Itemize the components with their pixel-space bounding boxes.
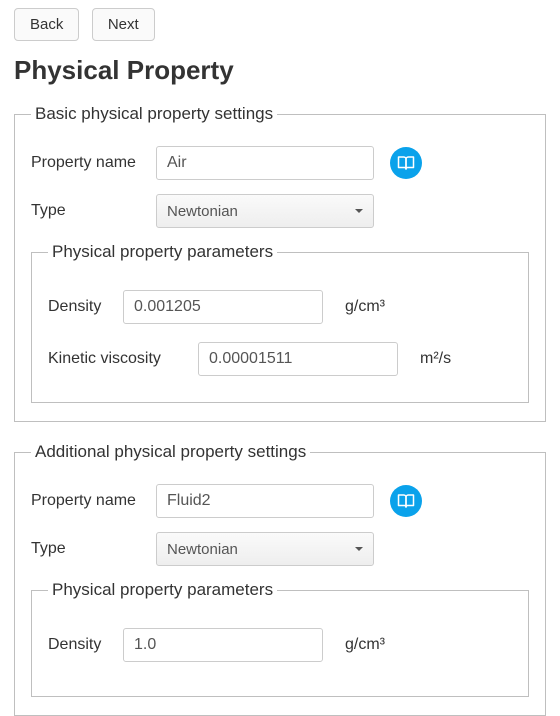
basic-legend: Basic physical property settings bbox=[31, 104, 277, 124]
additional-settings-group: Additional physical property settings Pr… bbox=[14, 442, 546, 716]
book-icon bbox=[397, 492, 415, 510]
property-name-input-2[interactable] bbox=[156, 484, 374, 518]
density-unit: g/cm³ bbox=[345, 298, 385, 316]
property-name-label: Property name bbox=[31, 154, 156, 172]
book-icon bbox=[397, 154, 415, 172]
chevron-down-icon bbox=[355, 547, 363, 551]
property-name-input[interactable] bbox=[156, 146, 374, 180]
density-input-2[interactable] bbox=[123, 628, 323, 662]
density-label: Density bbox=[48, 298, 123, 316]
kinetic-viscosity-label: Kinetic viscosity bbox=[48, 350, 198, 368]
page-title: Physical Property bbox=[14, 55, 546, 86]
basic-params-group: Physical property parameters Density g/c… bbox=[31, 242, 529, 403]
next-button[interactable]: Next bbox=[92, 8, 155, 41]
additional-params-legend: Physical property parameters bbox=[48, 580, 277, 600]
type-select-2[interactable]: Newtonian bbox=[156, 532, 374, 566]
kinetic-viscosity-input[interactable] bbox=[198, 342, 398, 376]
lookup-button-2[interactable] bbox=[390, 485, 422, 517]
type-select-value: Newtonian bbox=[167, 203, 238, 220]
additional-legend: Additional physical property settings bbox=[31, 442, 310, 462]
density-unit-2: g/cm³ bbox=[345, 636, 385, 654]
density-label-2: Density bbox=[48, 636, 123, 654]
type-select-value-2: Newtonian bbox=[167, 541, 238, 558]
density-input[interactable] bbox=[123, 290, 323, 324]
type-label-2: Type bbox=[31, 540, 156, 558]
basic-settings-group: Basic physical property settings Propert… bbox=[14, 104, 546, 422]
lookup-button[interactable] bbox=[390, 147, 422, 179]
type-label: Type bbox=[31, 202, 156, 220]
additional-params-group: Physical property parameters Density g/c… bbox=[31, 580, 529, 697]
kinetic-viscosity-unit: m²/s bbox=[420, 350, 451, 368]
type-select[interactable]: Newtonian bbox=[156, 194, 374, 228]
basic-params-legend: Physical property parameters bbox=[48, 242, 277, 262]
chevron-down-icon bbox=[355, 209, 363, 213]
nav-buttons: Back Next bbox=[14, 8, 546, 41]
property-name-label-2: Property name bbox=[31, 492, 156, 510]
back-button[interactable]: Back bbox=[14, 8, 79, 41]
